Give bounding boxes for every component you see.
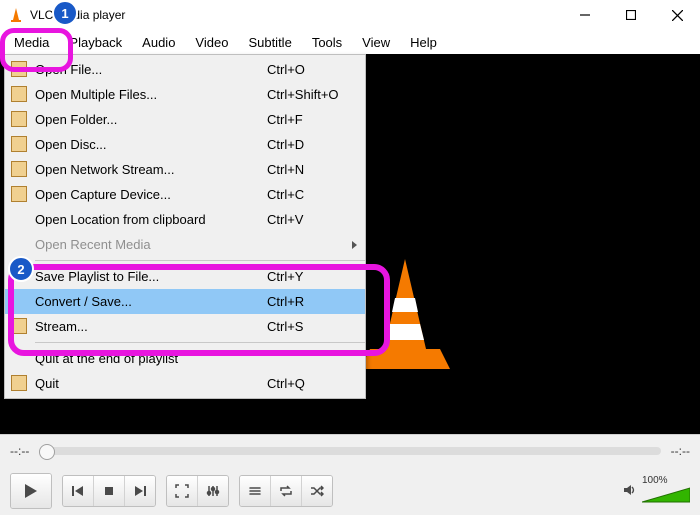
- play-button[interactable]: [11, 474, 51, 508]
- settings-button[interactable]: [198, 476, 228, 506]
- menu-item-label: Open Location from clipboard: [35, 212, 267, 227]
- menu-item-shortcut: Ctrl+O: [267, 62, 357, 77]
- folder-icon: [11, 111, 27, 127]
- annotation-badge-2: 2: [8, 256, 34, 282]
- menu-item-shortcut: Ctrl+F: [267, 112, 357, 127]
- buttons-row: 100%: [0, 467, 700, 515]
- disc-icon: [11, 136, 27, 152]
- mute-button[interactable]: [622, 482, 638, 501]
- minimize-button[interactable]: [562, 0, 608, 30]
- seek-slider[interactable]: [39, 447, 660, 455]
- menu-item-label: Open Disc...: [35, 137, 267, 152]
- shuffle-button[interactable]: [302, 476, 332, 506]
- menu-help[interactable]: Help: [400, 32, 447, 53]
- menu-item-shortcut: Ctrl+V: [267, 212, 357, 227]
- menu-item-shortcut: Ctrl+N: [267, 162, 357, 177]
- close-button[interactable]: [654, 0, 700, 30]
- maximize-button[interactable]: [608, 0, 654, 30]
- menu-item-label: Open Capture Device...: [35, 187, 267, 202]
- network-icon: [11, 161, 27, 177]
- menu-item-open-recent-media: Open Recent Media: [5, 232, 365, 257]
- menu-item-shortcut: Ctrl+C: [267, 187, 357, 202]
- window-title: VLC media player: [30, 8, 562, 22]
- menu-separator: [35, 260, 365, 261]
- stop-button[interactable]: [94, 476, 125, 506]
- menu-audio[interactable]: Audio: [132, 32, 185, 53]
- submenu-arrow-icon: [352, 241, 357, 249]
- seek-knob[interactable]: [39, 444, 55, 460]
- playlist-button[interactable]: [240, 476, 271, 506]
- menu-item-open-disc[interactable]: Open Disc...Ctrl+D: [5, 132, 365, 157]
- previous-button[interactable]: [63, 476, 94, 506]
- annotation-highlight-1: [0, 28, 73, 72]
- volume-slider[interactable]: [642, 486, 690, 504]
- fullscreen-button[interactable]: [167, 476, 198, 506]
- controls-panel: --:-- --:-- 100%: [0, 434, 700, 515]
- menu-item-shortcut: Ctrl+Shift+O: [267, 87, 357, 102]
- menu-tools[interactable]: Tools: [302, 32, 352, 53]
- titlebar: VLC media player: [0, 0, 700, 30]
- menu-item-open-capture-device[interactable]: Open Capture Device...Ctrl+C: [5, 182, 365, 207]
- menu-item-label: Quit: [35, 376, 267, 391]
- quit-icon: [11, 375, 27, 391]
- menu-video[interactable]: Video: [185, 32, 238, 53]
- menu-item-shortcut: Ctrl+D: [267, 137, 357, 152]
- menu-item-open-location-from-clipboard[interactable]: Open Location from clipboardCtrl+V: [5, 207, 365, 232]
- loop-button[interactable]: [271, 476, 302, 506]
- menu-item-open-multiple-files[interactable]: Open Multiple Files...Ctrl+Shift+O: [5, 82, 365, 107]
- menu-item-open-network-stream[interactable]: Open Network Stream...Ctrl+N: [5, 157, 365, 182]
- menu-item-label: Open Network Stream...: [35, 162, 267, 177]
- menu-item-label: Open Multiple Files...: [35, 87, 267, 102]
- volume-control: 100%: [622, 475, 690, 507]
- menubar: Media Playback Audio Video Subtitle Tool…: [0, 30, 700, 54]
- volume-percentage: 100%: [642, 475, 690, 486]
- vlc-cone-icon: [8, 7, 24, 23]
- menu-view[interactable]: View: [352, 32, 400, 53]
- menu-item-quit[interactable]: QuitCtrl+Q: [5, 371, 365, 396]
- menu-item-shortcut: Ctrl+Q: [267, 376, 357, 391]
- next-button[interactable]: [125, 476, 155, 506]
- menu-subtitle[interactable]: Subtitle: [238, 32, 301, 53]
- annotation-highlight-2: [8, 264, 390, 356]
- capture-icon: [11, 186, 27, 202]
- menu-item-open-folder[interactable]: Open Folder...Ctrl+F: [5, 107, 365, 132]
- annotation-badge-1: 1: [52, 0, 78, 26]
- time-total[interactable]: --:--: [671, 444, 690, 458]
- menu-item-label: Open Folder...: [35, 112, 267, 127]
- menu-item-label: Open Recent Media: [35, 237, 267, 252]
- seek-row: --:-- --:--: [0, 435, 700, 467]
- time-elapsed[interactable]: --:--: [10, 444, 29, 458]
- files-icon: [11, 86, 27, 102]
